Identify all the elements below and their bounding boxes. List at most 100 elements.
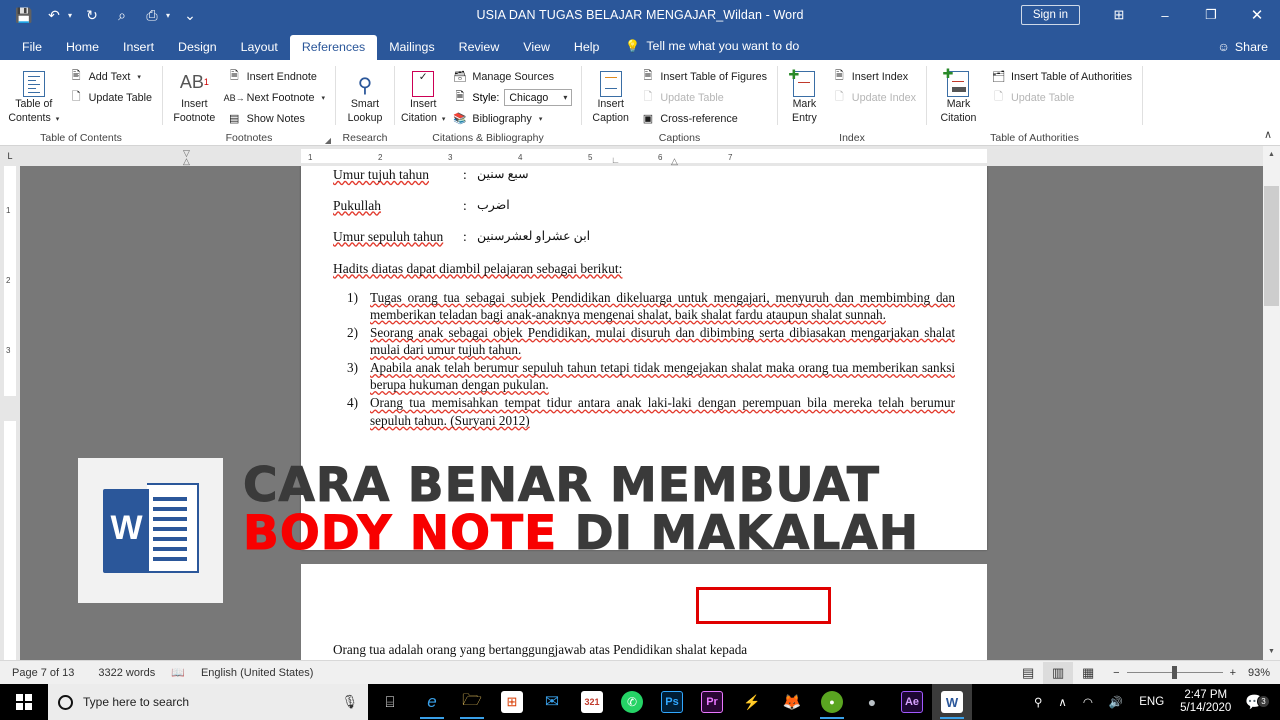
- citation-style-select[interactable]: Chicago ▾: [504, 89, 573, 106]
- taskbar: Type here to search 🎙 ⌸ e 🗁 ⊞ ✉ 321 ✆ Ps…: [0, 684, 1280, 720]
- mark-citation-button[interactable]: ✚ Mark Citation: [933, 65, 984, 125]
- collapse-ribbon-icon[interactable]: ∧: [1264, 128, 1272, 141]
- taskbar-app-mail[interactable]: ✉: [532, 684, 572, 720]
- tab-stop-selector[interactable]: L: [0, 146, 20, 166]
- table-of-contents-button[interactable]: Table of Contents ▾: [6, 65, 62, 125]
- photoshop-icon: Ps: [661, 691, 683, 713]
- tab-references[interactable]: References: [289, 34, 378, 60]
- list-item: 2) Seorang anak sebagai objek Pendidikan…: [347, 324, 955, 358]
- tab-stop-marker[interactable]: ∟: [611, 155, 620, 165]
- web-layout-button[interactable]: ▦: [1073, 662, 1103, 684]
- insert-table-of-figures-button[interactable]: 🗎 Insert Table of Figures: [636, 67, 771, 86]
- people-icon[interactable]: ⚲: [1026, 684, 1050, 720]
- taskbar-app-video-editor[interactable]: 321: [572, 684, 612, 720]
- ruler-mark-1: 1: [308, 153, 313, 162]
- print-layout-button[interactable]: ▥: [1043, 661, 1074, 684]
- list-number: 4): [347, 395, 358, 411]
- start-button[interactable]: [0, 684, 48, 720]
- smart-lookup-button[interactable]: ⚲ Smart Lookup: [342, 65, 388, 125]
- zoom-slider[interactable]: − +: [1113, 666, 1236, 679]
- show-hidden-icons-button[interactable]: ∧: [1050, 684, 1074, 720]
- scroll-up-icon[interactable]: ▲: [1263, 146, 1280, 163]
- word-count[interactable]: 3322 words: [86, 667, 167, 679]
- read-mode-button[interactable]: ▤: [1013, 662, 1043, 684]
- update-index-label: Update Index: [851, 91, 916, 104]
- microphone-icon[interactable]: 🎙: [341, 694, 358, 710]
- cross-reference-label: Cross-reference: [660, 112, 738, 125]
- notification-center-button[interactable]: 💬 3: [1239, 693, 1274, 711]
- zoom-level[interactable]: 93%: [1236, 667, 1270, 679]
- sign-in-button[interactable]: Sign in: [1020, 5, 1080, 25]
- taskbar-app-gray[interactable]: ●: [852, 684, 892, 720]
- mark-entry-button[interactable]: ✚ Mark Entry: [784, 65, 825, 125]
- tab-review[interactable]: Review: [447, 35, 512, 60]
- taskbar-app-lightning[interactable]: ⚡: [732, 684, 772, 720]
- group-label-table-of-authorities: Table of Authorities: [990, 132, 1079, 144]
- list-item: 4) Orang tua memisahkan tempat tidur ant…: [347, 394, 955, 428]
- language-indicator[interactable]: English (United States): [189, 667, 326, 679]
- page-indicator[interactable]: Page 7 of 13: [0, 667, 86, 679]
- document-page-7[interactable]: Umur tujuh tahun : سبع سنين Pukullah : ا…: [301, 166, 987, 550]
- update-table-toc-button[interactable]: 🗋 Update Table: [65, 88, 156, 107]
- tab-view[interactable]: View: [511, 35, 562, 60]
- show-notes-button[interactable]: ▤ Show Notes: [223, 109, 329, 128]
- language-indicator[interactable]: ENG: [1131, 684, 1172, 720]
- insert-table-of-authorities-button[interactable]: 🗂 Insert Table of Authorities: [987, 67, 1136, 86]
- task-view-button[interactable]: ⌸: [368, 684, 412, 720]
- glossary-arabic: ابن عشراو لعشرسنين: [477, 228, 591, 243]
- manage-sources-button[interactable]: 🗃 Manage Sources: [448, 67, 576, 86]
- zoom-track[interactable]: [1126, 666, 1223, 679]
- tab-layout[interactable]: Layout: [229, 35, 290, 60]
- zoom-out-button[interactable]: −: [1113, 667, 1119, 679]
- add-text-button[interactable]: 🖹 Add Text ▾: [65, 67, 156, 86]
- taskbar-app-edge[interactable]: e: [412, 684, 452, 720]
- insert-citation-button[interactable]: ✓ Insert Citation ▾: [401, 65, 445, 125]
- scrollbar-thumb[interactable]: [1264, 186, 1279, 306]
- tab-design[interactable]: Design: [166, 35, 229, 60]
- vertical-ruler[interactable]: 1 2 3: [0, 166, 20, 660]
- minimize-button[interactable]: –: [1142, 0, 1188, 30]
- share-button[interactable]: ☺ Share: [1217, 40, 1268, 60]
- gray-app-icon: ●: [867, 694, 877, 710]
- wifi-icon[interactable]: ◠: [1075, 684, 1101, 720]
- list-number: 3): [347, 360, 358, 376]
- insert-endnote-button[interactable]: 🗎 Insert Endnote: [223, 67, 329, 86]
- taskbar-app-firefox[interactable]: 🦊: [772, 684, 812, 720]
- taskbar-app-premiere[interactable]: Pr: [692, 684, 732, 720]
- zoom-thumb[interactable]: [1171, 666, 1177, 679]
- restore-button[interactable]: ❐: [1188, 0, 1234, 30]
- taskbar-app-photoshop[interactable]: Ps: [652, 684, 692, 720]
- group-label-research: Research: [342, 132, 388, 144]
- taskbar-app-green[interactable]: ●: [812, 684, 852, 720]
- proofing-icon[interactable]: 📖: [167, 666, 189, 679]
- vertical-scrollbar[interactable]: ▲ ▼: [1263, 146, 1280, 660]
- insert-index-button[interactable]: 🗎 Insert Index: [828, 67, 920, 86]
- taskbar-app-microsoft-store[interactable]: ⊞: [492, 684, 532, 720]
- document-canvas[interactable]: Umur tujuh tahun : سبع سنين Pukullah : ا…: [20, 166, 1263, 660]
- close-button[interactable]: ✕: [1234, 0, 1280, 30]
- taskbar-app-word[interactable]: W: [932, 684, 972, 720]
- insert-footnote-button[interactable]: AB 1 Insert Footnote: [169, 65, 220, 125]
- footnotes-dialog-launcher[interactable]: ◢: [325, 136, 331, 145]
- tab-help[interactable]: Help: [562, 35, 611, 60]
- bibliography-button[interactable]: 📚 Bibliography ▾: [448, 109, 576, 128]
- insert-caption-button[interactable]: Insert Caption: [588, 65, 633, 125]
- horizontal-ruler[interactable]: 1 2 3 4 5 6 7 ▽ △ ∟ △: [20, 146, 1263, 166]
- tab-mailings[interactable]: Mailings: [377, 35, 446, 60]
- tell-me-search[interactable]: 💡 Tell me what you want to do: [611, 33, 809, 60]
- taskbar-app-file-explorer[interactable]: 🗁: [452, 684, 492, 720]
- ribbon-group-footnotes: AB 1 Insert Footnote 🗎 Insert Endnote AB→…: [163, 60, 335, 146]
- ribbon-display-options-icon[interactable]: ⊞: [1096, 0, 1142, 30]
- search-box[interactable]: Type here to search 🎙: [48, 684, 368, 720]
- tab-insert[interactable]: Insert: [111, 35, 166, 60]
- volume-icon[interactable]: 🔊: [1101, 684, 1131, 720]
- document-page-8[interactable]: Orang tua adalah orang yang bertanggungj…: [301, 564, 987, 660]
- taskbar-app-whatsapp[interactable]: ✆: [612, 684, 652, 720]
- tab-file[interactable]: File: [10, 35, 54, 60]
- tab-home[interactable]: Home: [54, 35, 111, 60]
- clock[interactable]: 2:47 PM 5/14/2020: [1172, 689, 1239, 715]
- scroll-down-icon[interactable]: ▼: [1263, 643, 1280, 660]
- next-footnote-button[interactable]: AB→ Next Footnote ▾: [223, 88, 329, 107]
- taskbar-app-after-effects[interactable]: Ae: [892, 684, 932, 720]
- cross-reference-button[interactable]: ▣ Cross-reference: [636, 109, 771, 128]
